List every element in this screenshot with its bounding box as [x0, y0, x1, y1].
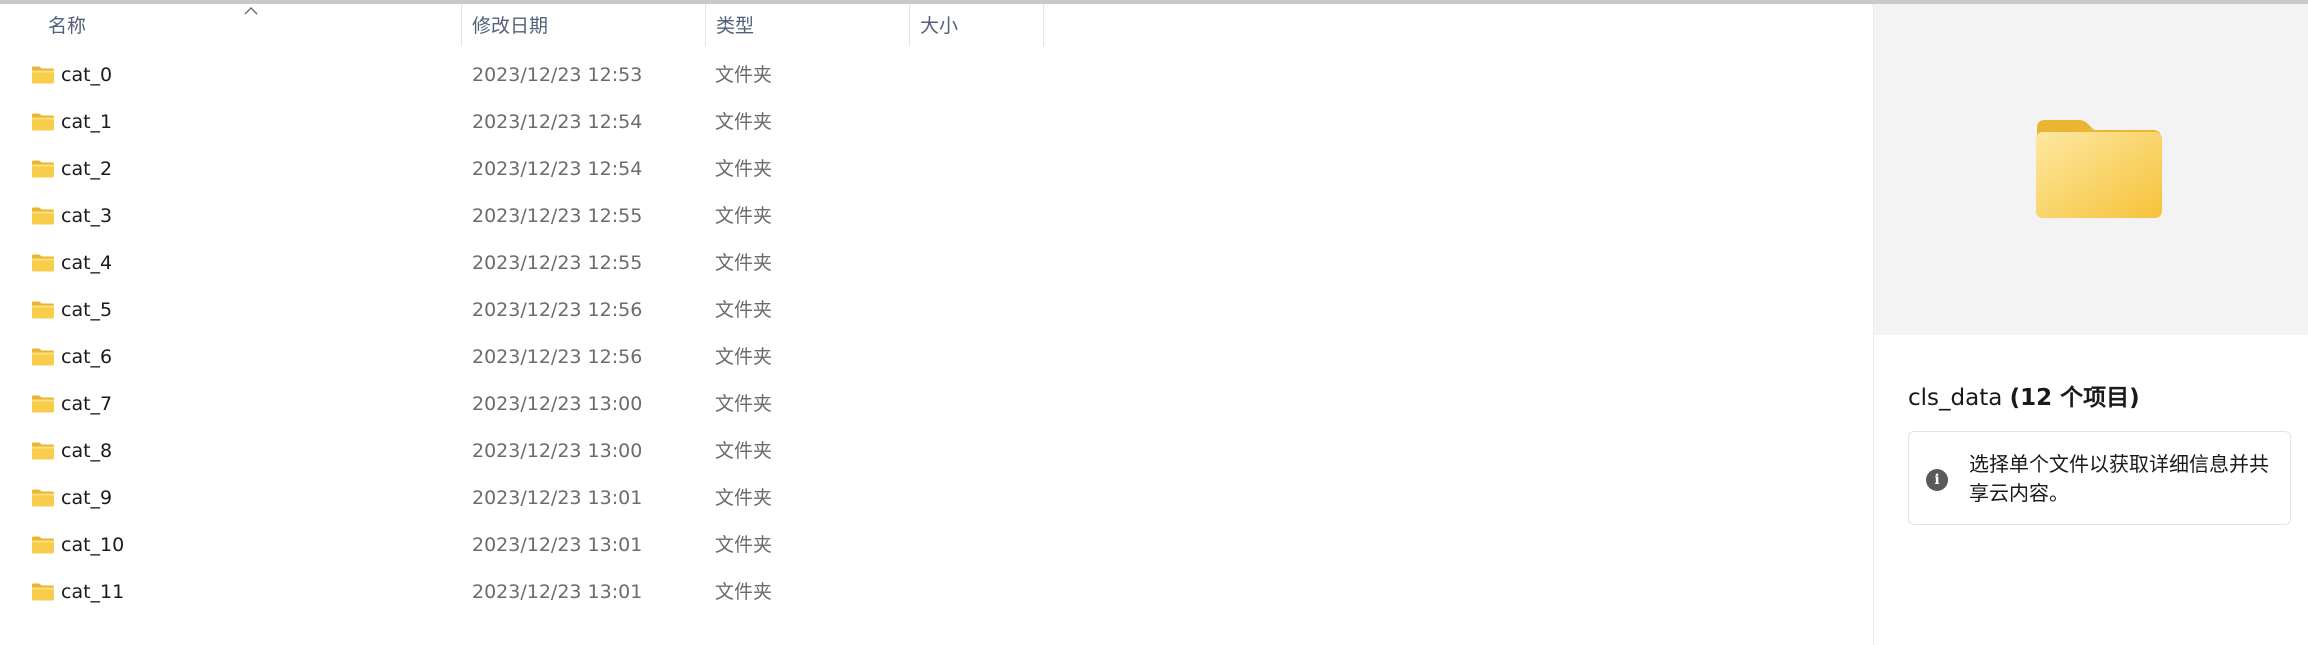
folder-icon	[32, 442, 54, 460]
folder-name: cls_data	[1908, 385, 2003, 411]
folder-icon	[32, 66, 54, 84]
file-name: cat_11	[61, 581, 125, 603]
file-type: 文件夹	[715, 205, 773, 227]
file-row[interactable]: cat_7 2023/12/23 13:00 文件夹	[0, 381, 1872, 428]
file-row[interactable]: cat_3 2023/12/23 12:55 文件夹	[0, 193, 1872, 240]
info-card: i 选择单个文件以获取详细信息并共享云内容。	[1908, 431, 2291, 525]
file-name: cat_9	[61, 487, 113, 509]
file-type: 文件夹	[715, 64, 773, 86]
file-type: 文件夹	[715, 487, 773, 509]
file-name: cat_6	[61, 346, 113, 368]
item-count: (12 个项目)	[2009, 385, 2140, 411]
file-name: cat_0	[61, 64, 113, 86]
details-pane: cls_data (12 个项目) i 选择单个文件以获取详细信息并共享云内容。	[1873, 4, 2308, 645]
file-name: cat_3	[61, 205, 113, 227]
file-name: cat_7	[61, 393, 113, 415]
file-row[interactable]: cat_6 2023/12/23 12:56 文件夹	[0, 334, 1872, 381]
file-name: cat_10	[61, 534, 125, 556]
large-folder-icon	[2036, 120, 2162, 218]
folder-icon	[32, 395, 54, 413]
file-type: 文件夹	[715, 440, 773, 462]
file-row[interactable]: cat_0 2023/12/23 12:53 文件夹	[0, 52, 1872, 99]
file-type: 文件夹	[715, 346, 773, 368]
file-type: 文件夹	[715, 393, 773, 415]
file-date-modified: 2023/12/23 12:54	[472, 158, 643, 180]
file-date-modified: 2023/12/23 13:00	[472, 440, 643, 462]
file-type: 文件夹	[715, 252, 773, 274]
file-date-modified: 2023/12/23 12:55	[472, 205, 643, 227]
file-type: 文件夹	[715, 534, 773, 556]
folder-icon	[32, 301, 54, 319]
file-date-modified: 2023/12/23 13:01	[472, 581, 643, 603]
file-type: 文件夹	[715, 299, 773, 321]
file-date-modified: 2023/12/23 13:01	[472, 534, 643, 556]
file-row[interactable]: cat_11 2023/12/23 13:01 文件夹	[0, 569, 1872, 616]
file-row[interactable]: cat_8 2023/12/23 13:00 文件夹	[0, 428, 1872, 475]
file-name: cat_4	[61, 252, 113, 274]
file-date-modified: 2023/12/23 12:56	[472, 346, 643, 368]
folder-icon	[32, 113, 54, 131]
folder-icon	[32, 254, 54, 272]
info-message: 选择单个文件以获取详细信息并共享云内容。	[1969, 452, 2269, 505]
file-date-modified: 2023/12/23 12:55	[472, 252, 643, 274]
file-name: cat_1	[61, 111, 113, 133]
column-header-row: 名称 修改日期 类型 大小	[0, 4, 1872, 46]
file-row[interactable]: cat_9 2023/12/23 13:01 文件夹	[0, 475, 1872, 522]
file-type: 文件夹	[715, 581, 773, 603]
file-type: 文件夹	[715, 158, 773, 180]
file-row[interactable]: cat_4 2023/12/23 12:55 文件夹	[0, 240, 1872, 287]
file-name: cat_2	[61, 158, 113, 180]
folder-icon	[32, 348, 54, 366]
folder-icon	[32, 207, 54, 225]
file-row[interactable]: cat_1 2023/12/23 12:54 文件夹	[0, 99, 1872, 146]
file-row[interactable]: cat_10 2023/12/23 13:01 文件夹	[0, 522, 1872, 569]
file-date-modified: 2023/12/23 13:00	[472, 393, 643, 415]
column-header-date-modified[interactable]: 修改日期	[462, 4, 706, 46]
file-date-modified: 2023/12/23 12:56	[472, 299, 643, 321]
file-date-modified: 2023/12/23 12:53	[472, 64, 643, 86]
file-type: 文件夹	[715, 111, 773, 133]
file-name: cat_5	[61, 299, 113, 321]
folder-icon	[32, 160, 54, 178]
folder-icon	[32, 489, 54, 507]
file-date-modified: 2023/12/23 13:01	[472, 487, 643, 509]
file-row[interactable]: cat_5 2023/12/23 12:56 文件夹	[0, 287, 1872, 334]
details-title: cls_data (12 个项目)	[1908, 378, 2140, 412]
folder-icon	[32, 536, 54, 554]
column-header-size[interactable]: 大小	[910, 4, 1044, 46]
info-icon: i	[1926, 469, 1948, 491]
preview-area	[1874, 4, 2308, 335]
file-row[interactable]: cat_2 2023/12/23 12:54 文件夹	[0, 146, 1872, 193]
folder-icon	[32, 583, 54, 601]
file-name: cat_8	[61, 440, 113, 462]
file-date-modified: 2023/12/23 12:54	[472, 111, 643, 133]
column-header-type[interactable]: 类型	[706, 4, 910, 46]
column-header-name[interactable]: 名称	[38, 4, 462, 46]
